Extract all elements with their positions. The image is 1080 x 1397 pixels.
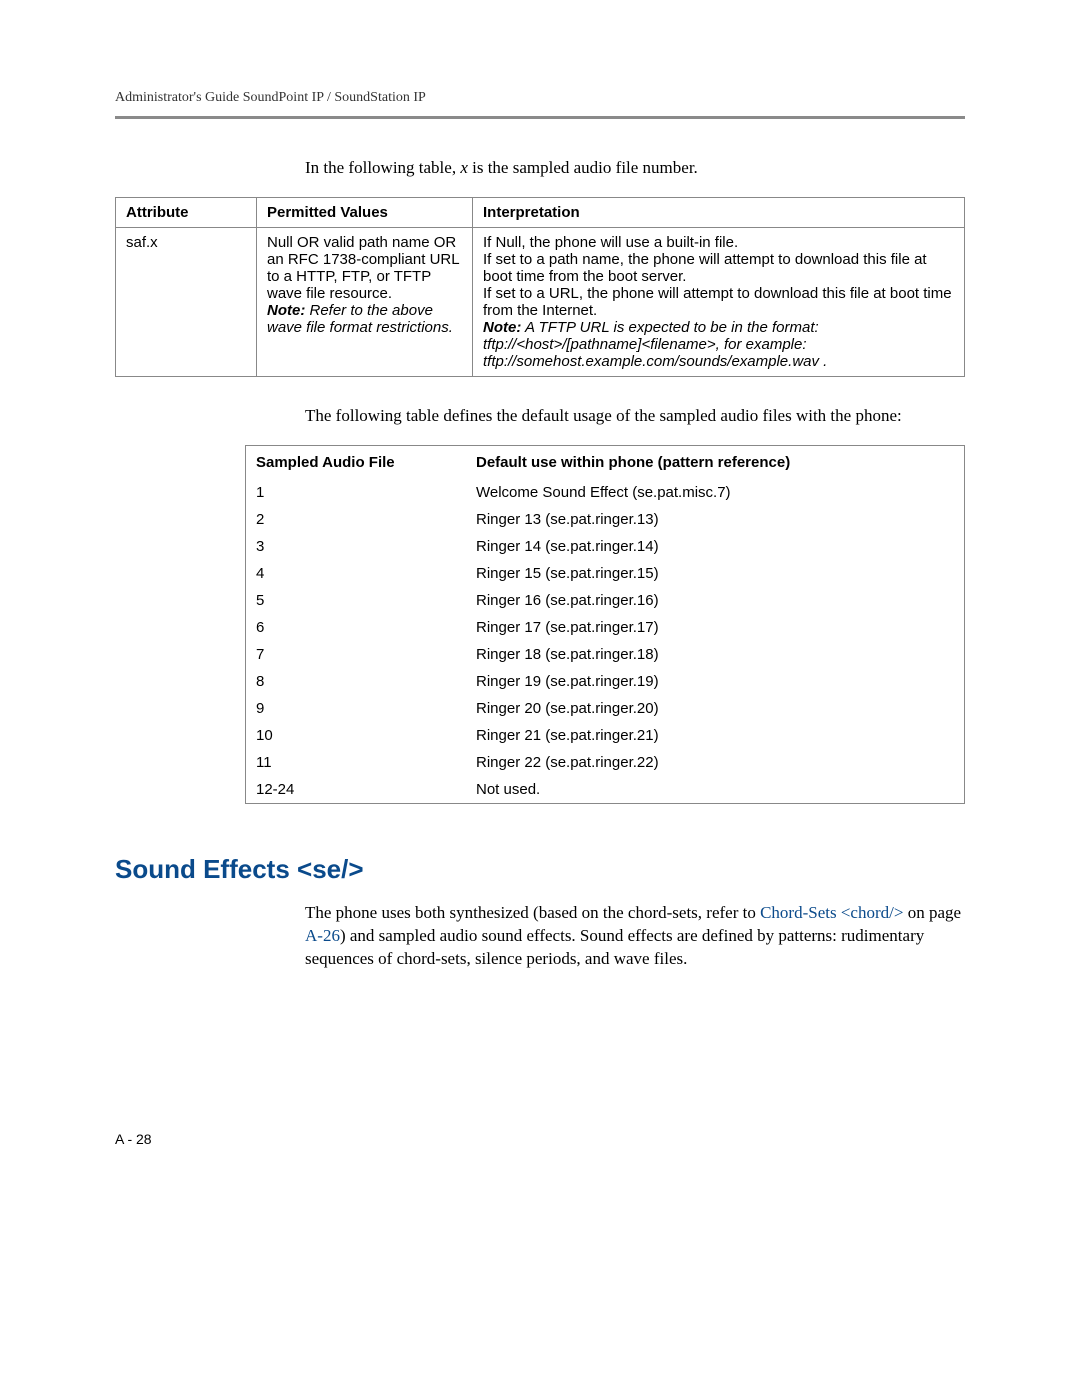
- th-default-use: Default use within phone (pattern refere…: [466, 446, 965, 480]
- cell-sampled-file: 1: [246, 479, 467, 506]
- th-sampled-file: Sampled Audio File: [246, 446, 467, 480]
- section-body: The phone uses both synthesized (based o…: [305, 902, 965, 971]
- table-row: 1Welcome Sound Effect (se.pat.misc.7): [246, 479, 965, 506]
- interp-note-rest: A TFTP URL is expected to be in the form…: [483, 319, 827, 370]
- intro1-post: is the sampled audio file number.: [468, 158, 698, 177]
- cell-sampled-file: 5: [246, 587, 467, 614]
- cell-default-use: Ringer 18 (se.pat.ringer.18): [466, 641, 965, 668]
- attribute-table: Attribute Permitted Values Interpretatio…: [115, 197, 965, 377]
- cell-default-use: Ringer 19 (se.pat.ringer.19): [466, 668, 965, 695]
- cell-sampled-file: 4: [246, 560, 467, 587]
- th-permitted: Permitted Values: [257, 198, 473, 228]
- table-row: saf.x Null OR valid path name OR an RFC …: [116, 228, 965, 377]
- usage-header-row: Sampled Audio File Default use within ph…: [246, 446, 965, 480]
- cell-sampled-file: 10: [246, 722, 467, 749]
- cell-default-use: Ringer 14 (se.pat.ringer.14): [466, 533, 965, 560]
- table-row: 9Ringer 20 (se.pat.ringer.20): [246, 695, 965, 722]
- interp-l1: If Null, the phone will use a built-in f…: [483, 234, 738, 251]
- cell-default-use: Ringer 20 (se.pat.ringer.20): [466, 695, 965, 722]
- link-chord-sets[interactable]: Chord-Sets <chord/>: [760, 903, 903, 922]
- cell-default-use: Ringer 13 (se.pat.ringer.13): [466, 506, 965, 533]
- cell-default-use: Ringer 21 (se.pat.ringer.21): [466, 722, 965, 749]
- table-row: 8Ringer 19 (se.pat.ringer.19): [246, 668, 965, 695]
- intro-paragraph-2: The following table defines the default …: [305, 405, 965, 427]
- intro1-variable: x: [460, 158, 468, 177]
- cell-permitted: Null OR valid path name OR an RFC 1738-c…: [257, 228, 473, 377]
- intro1-pre: In the following table,: [305, 158, 460, 177]
- table-row: 2Ringer 13 (se.pat.ringer.13): [246, 506, 965, 533]
- body-pre: The phone uses both synthesized (based o…: [305, 903, 760, 922]
- cell-attribute: saf.x: [116, 228, 257, 377]
- table-row: 12-24Not used.: [246, 776, 965, 804]
- cell-sampled-file: 8: [246, 668, 467, 695]
- body-mid1: on page: [903, 903, 961, 922]
- header-rule: [115, 116, 965, 119]
- cell-default-use: Not used.: [466, 776, 965, 804]
- section-title-sound-effects: Sound Effects <se/>: [115, 854, 965, 885]
- interp-l3: If set to a URL, the phone will attempt …: [483, 285, 952, 319]
- cell-sampled-file: 9: [246, 695, 467, 722]
- intro-paragraph-1: In the following table, x is the sampled…: [305, 157, 965, 179]
- table-row: 6Ringer 17 (se.pat.ringer.17): [246, 614, 965, 641]
- table-row: 3Ringer 14 (se.pat.ringer.14): [246, 533, 965, 560]
- cell-sampled-file: 7: [246, 641, 467, 668]
- document-page: Administrator's Guide SoundPoint IP / So…: [0, 0, 1080, 1207]
- cell-sampled-file: 3: [246, 533, 467, 560]
- cell-default-use: Welcome Sound Effect (se.pat.misc.7): [466, 479, 965, 506]
- perm-note-label: Note:: [267, 302, 305, 319]
- th-interpretation: Interpretation: [473, 198, 965, 228]
- perm-main: Null OR valid path name OR an RFC 1738-c…: [267, 234, 459, 302]
- usage-table: Sampled Audio File Default use within ph…: [245, 445, 965, 804]
- cell-default-use: Ringer 16 (se.pat.ringer.16): [466, 587, 965, 614]
- cell-interpretation: If Null, the phone will use a built-in f…: [473, 228, 965, 377]
- cell-sampled-file: 2: [246, 506, 467, 533]
- cell-sampled-file: 12-24: [246, 776, 467, 804]
- table-row: 5Ringer 16 (se.pat.ringer.16): [246, 587, 965, 614]
- body-post: ) and sampled audio sound effects. Sound…: [305, 926, 924, 968]
- cell-default-use: Ringer 22 (se.pat.ringer.22): [466, 749, 965, 776]
- table-row: 7Ringer 18 (se.pat.ringer.18): [246, 641, 965, 668]
- interp-l2: If set to a path name, the phone will at…: [483, 251, 927, 285]
- th-attribute: Attribute: [116, 198, 257, 228]
- cell-sampled-file: 11: [246, 749, 467, 776]
- cell-sampled-file: 6: [246, 614, 467, 641]
- table-row: 11Ringer 22 (se.pat.ringer.22): [246, 749, 965, 776]
- interp-note-label: Note:: [483, 319, 521, 336]
- cell-default-use: Ringer 15 (se.pat.ringer.15): [466, 560, 965, 587]
- table-header-row: Attribute Permitted Values Interpretatio…: [116, 198, 965, 228]
- page-number: A - 28: [115, 1131, 965, 1147]
- cell-default-use: Ringer 17 (se.pat.ringer.17): [466, 614, 965, 641]
- link-page-ref[interactable]: A-26: [305, 926, 340, 945]
- table-row: 10Ringer 21 (se.pat.ringer.21): [246, 722, 965, 749]
- table-row: 4Ringer 15 (se.pat.ringer.15): [246, 560, 965, 587]
- running-header: Administrator's Guide SoundPoint IP / So…: [115, 90, 965, 106]
